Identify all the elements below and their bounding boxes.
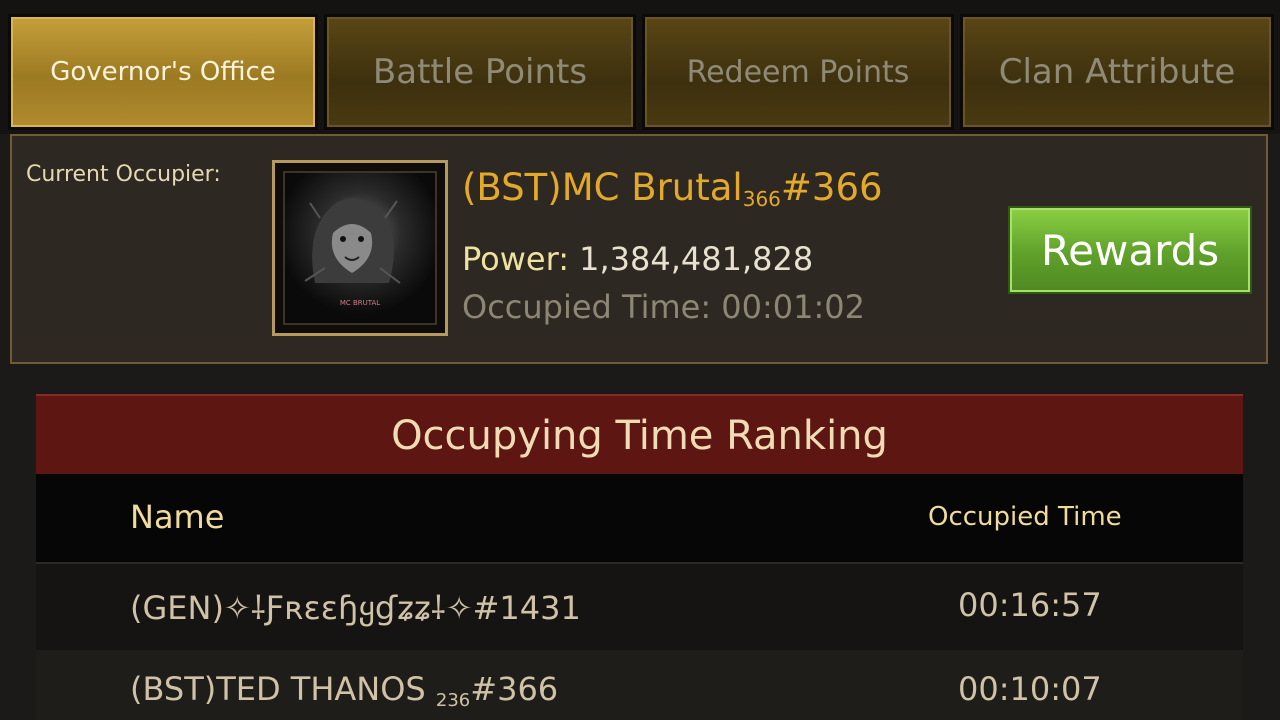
tab-clan-attribute[interactable]: Clan Attribute <box>960 14 1274 130</box>
tab-bar: Governor's Office Battle Points Redeem P… <box>0 0 1280 134</box>
occupier-occupied-time: Occupied Time: 00:01:02 <box>462 288 866 326</box>
avatar-caption: MC BRUTAL <box>339 299 381 307</box>
current-occupier-panel: Current Occupier: MC BRUTAL (BST)MC Brut… <box>10 134 1268 364</box>
ranking-row-name-text: (BST)TED THANOS <box>130 670 436 708</box>
ranking-row-name-suffix: #366 <box>470 670 559 708</box>
occupier-name-suffix: #366 <box>780 166 883 209</box>
tab-governors-office[interactable]: Governor's Office <box>8 14 318 130</box>
power-value: 1,384,481,828 <box>579 240 814 278</box>
lion-portrait-image: MC BRUTAL <box>283 171 437 325</box>
ranking-row-name-server: 236 <box>435 690 471 711</box>
ranking-row-name: (GEN)✧⸸Ƒʀεεɧყɠʑʑ⸸✧#1431 <box>130 586 581 629</box>
ranking-column-header: Name Occupied Time <box>36 474 1243 564</box>
ranking-row-time: 00:16:57 <box>958 586 1102 624</box>
occupier-name-prefix: (BST)MC Brutal <box>462 166 743 209</box>
ranking-row[interactable]: (BST)TED THANOS 236#366 00:10:07 <box>36 650 1243 720</box>
ranking-row-name-text: (GEN)✧⸸Ƒʀεεɧყɠʑʑ⸸✧#1431 <box>130 589 581 627</box>
power-label: Power: <box>462 240 569 278</box>
ranking-row-name: (BST)TED THANOS 236#366 <box>130 670 558 711</box>
ranking-row[interactable]: (GEN)✧⸸Ƒʀεεɧყɠʑʑ⸸✧#1431 00:16:57 <box>36 564 1243 650</box>
current-occupier-label: Current Occupier: <box>26 162 221 187</box>
occupier-name[interactable]: (BST)MC Brutal366#366 <box>462 166 883 211</box>
rewards-button[interactable]: Rewards <box>1008 206 1252 294</box>
tab-battle-points[interactable]: Battle Points <box>324 14 636 130</box>
occupier-name-server: 366 <box>742 187 781 211</box>
occupier-power: Power: 1,384,481,828 <box>462 240 813 278</box>
tab-redeem-points[interactable]: Redeem Points <box>642 14 954 130</box>
occupier-avatar[interactable]: MC BRUTAL <box>272 160 448 336</box>
ranking-row-time: 00:10:07 <box>958 670 1102 708</box>
lion-icon <box>304 198 401 284</box>
column-name-header: Name <box>130 498 225 536</box>
column-time-header: Occupied Time <box>928 502 1122 532</box>
ranking-title: Occupying Time Ranking <box>36 394 1243 476</box>
